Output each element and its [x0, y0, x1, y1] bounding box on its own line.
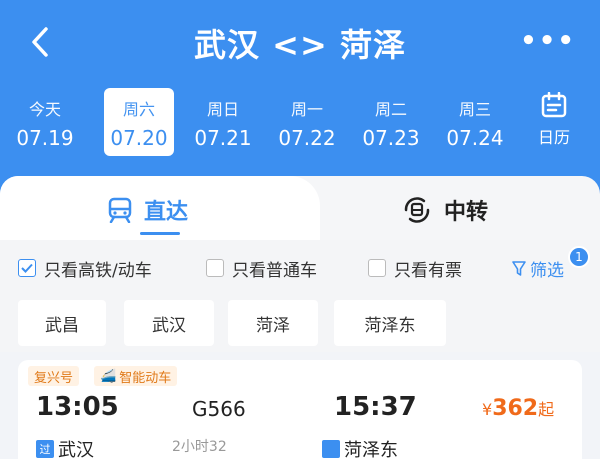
filter-normal-label: 只看普通车: [232, 260, 317, 281]
departure-time: 13:05: [36, 392, 119, 422]
train-type-tag: 复兴号: [28, 366, 80, 386]
date-value: 07.23: [362, 126, 420, 150]
pass-through-tag: 过: [36, 440, 54, 458]
price: ¥362起: [482, 396, 554, 421]
calendar-button[interactable]: 日历: [522, 92, 586, 148]
date-value: 07.24: [446, 126, 504, 150]
date-weekday: 周六: [122, 100, 155, 119]
date-selected[interactable]: 周六 07.20: [104, 88, 174, 156]
checkbox-icon[interactable]: [368, 259, 386, 277]
date-weekday: 周三: [458, 100, 491, 119]
price-suffix: 起: [538, 400, 555, 419]
calendar-icon: [541, 92, 567, 118]
tab-direct-label: 直达: [144, 200, 189, 225]
date-weekday: 周日: [206, 100, 239, 119]
tab-direct[interactable]: 直达: [108, 190, 188, 230]
date-today[interactable]: 今天 07.19: [10, 88, 80, 156]
train-number: G566: [192, 397, 246, 421]
departure-station-name: 武汉: [58, 440, 94, 459]
date-value: 07.21: [194, 126, 252, 150]
smart-emu-label: 智能动车: [119, 370, 172, 386]
checkbox-icon[interactable]: [206, 259, 224, 277]
date-value: 07.19: [16, 126, 74, 150]
tab-transfer[interactable]: 中转: [402, 190, 488, 230]
date-weekday: 周一: [290, 100, 323, 119]
date-value: 07.22: [278, 126, 336, 150]
smart-emu-tag: 🚄 智能动车: [94, 366, 178, 386]
filter-count-badge: 1: [568, 246, 590, 268]
terminal-tag-icon: [322, 440, 340, 458]
tab-transfer-label: 中转: [444, 200, 489, 225]
calendar-label: 日历: [537, 128, 570, 147]
date-value: 07.20: [110, 126, 168, 150]
transfer-train-icon: [404, 197, 430, 223]
filter-button-label: 筛选: [530, 261, 564, 281]
departure-station: 过 武汉: [36, 436, 94, 459]
filter-high-speed-label: 只看高铁/动车: [44, 260, 152, 281]
duration: 2小时32: [172, 439, 227, 455]
date-item[interactable]: 周日 07.21: [188, 88, 258, 156]
date-weekday: 今天: [28, 100, 61, 119]
date-weekday: 周二: [374, 100, 407, 119]
filter-normal[interactable]: 只看普通车: [206, 256, 317, 281]
route-title: 武汉 <> 菏泽: [194, 26, 406, 64]
funnel-icon: [512, 260, 526, 276]
tab-active-indicator: [140, 232, 180, 235]
station-chip[interactable]: 武昌: [18, 300, 106, 346]
station-chip[interactable]: 菏泽: [228, 300, 318, 346]
filter-high-speed[interactable]: 只看高铁/动车: [18, 256, 152, 281]
checkbox-checked-icon[interactable]: [18, 259, 36, 277]
arrival-time: 15:37: [334, 392, 417, 422]
train-icon: [108, 197, 132, 223]
more-button[interactable]: •••: [520, 26, 576, 56]
date-item[interactable]: 周一 07.22: [272, 88, 342, 156]
filter-available-label: 只看有票: [394, 260, 462, 281]
station-chip[interactable]: 武汉: [124, 300, 214, 346]
filter-available[interactable]: 只看有票: [368, 256, 462, 281]
date-strip: 今天 07.19 周六 07.20 周日 07.21 周一 07.22 周二 0…: [10, 88, 520, 156]
train-head-icon: 🚄: [100, 368, 117, 384]
date-item[interactable]: 周三 07.24: [440, 88, 510, 156]
station-chip[interactable]: 菏泽东: [334, 300, 446, 346]
date-item[interactable]: 周二 07.23: [356, 88, 426, 156]
filter-button[interactable]: 筛选: [512, 256, 564, 281]
price-value: 362: [492, 396, 539, 421]
currency-symbol: ¥: [482, 400, 493, 419]
arrival-station: 菏泽东: [322, 436, 398, 459]
arrival-station-name: 菏泽东: [344, 440, 398, 459]
